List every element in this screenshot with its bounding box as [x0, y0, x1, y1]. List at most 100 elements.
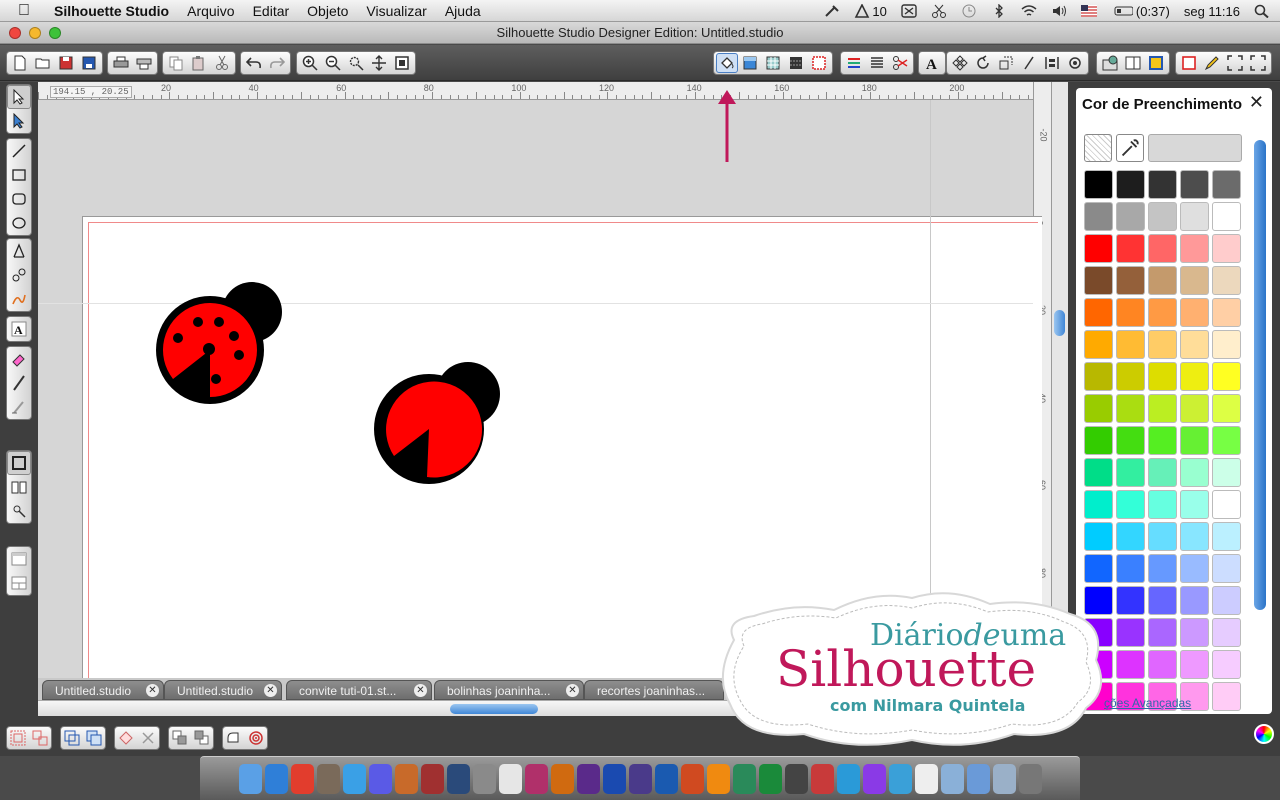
tab-close-icon[interactable]: ✕	[264, 684, 277, 697]
color-swatch[interactable]	[1180, 266, 1209, 295]
eraser-tool-button[interactable]	[7, 347, 31, 371]
document-tab[interactable]: recortes joaninhas...	[584, 680, 724, 700]
color-swatch[interactable]	[1148, 266, 1177, 295]
color-swatch[interactable]	[1148, 490, 1177, 519]
design-store-button[interactable]	[1145, 53, 1167, 73]
color-swatch[interactable]	[1116, 330, 1145, 359]
vlc-dock-icon[interactable]	[706, 763, 730, 794]
close-panel-icon[interactable]: ✕	[1249, 92, 1264, 113]
rounded-rect-tool-button[interactable]	[7, 187, 31, 211]
color-swatch[interactable]	[1084, 458, 1113, 487]
save-button[interactable]	[55, 53, 77, 73]
undo-button[interactable]	[243, 53, 265, 73]
apple-menu-icon[interactable]: 	[18, 2, 40, 20]
after-effects-dock-icon[interactable]	[628, 763, 652, 794]
make-compound-button[interactable]	[61, 728, 83, 748]
line-color-button[interactable]	[808, 53, 830, 73]
send-to-back-button[interactable]	[191, 728, 213, 748]
fullscreen-button[interactable]	[1224, 53, 1246, 73]
store-button[interactable]	[1122, 53, 1144, 73]
trash-dock-icon[interactable]	[1018, 763, 1042, 794]
color-swatch[interactable]	[1084, 330, 1113, 359]
color-swatch[interactable]	[1116, 490, 1145, 519]
color-swatch[interactable]	[1148, 522, 1177, 551]
color-swatch[interactable]	[1084, 234, 1113, 263]
copy-button[interactable]	[165, 53, 187, 73]
app-menu[interactable]: Silhouette Studio	[54, 3, 169, 19]
color-swatch[interactable]	[1212, 554, 1241, 583]
color-swatch[interactable]	[1116, 618, 1145, 647]
release-compound-button[interactable]	[83, 728, 105, 748]
ellipse-tool-button[interactable]	[7, 211, 31, 235]
fit-to-page-button[interactable]	[391, 53, 413, 73]
color-swatch[interactable]	[1148, 170, 1177, 199]
color-swatch[interactable]	[1148, 554, 1177, 583]
color-swatch[interactable]	[1116, 362, 1145, 391]
color-swatch[interactable]	[1180, 330, 1209, 359]
battery-status[interactable]: (0:37)	[1111, 4, 1170, 19]
trace-panel-button[interactable]	[7, 499, 31, 523]
zoom-out-button[interactable]	[322, 53, 344, 73]
color-swatch[interactable]	[1148, 586, 1177, 615]
edit-points-button[interactable]	[7, 109, 31, 133]
color-swatch[interactable]	[1084, 554, 1113, 583]
offset-button[interactable]	[223, 728, 245, 748]
color-swatch[interactable]	[1212, 586, 1241, 615]
panels-button[interactable]	[1247, 53, 1269, 73]
spotlight-search-icon[interactable]	[1254, 4, 1270, 18]
skype-dock-icon[interactable]	[836, 763, 860, 794]
clock[interactable]: seg 11:16	[1184, 4, 1240, 19]
color-swatch[interactable]	[1148, 202, 1177, 231]
camtasia-dock-icon[interactable]	[732, 763, 756, 794]
chrome-dock-icon[interactable]	[290, 763, 314, 794]
document-tab[interactable]: Untitled.studio ✕	[42, 680, 164, 700]
photos-dock-icon[interactable]	[316, 763, 340, 794]
documents-dock-icon[interactable]	[992, 763, 1016, 794]
applications-dock-icon[interactable]	[966, 763, 990, 794]
freehand-tool-button[interactable]	[7, 287, 31, 311]
delete-button[interactable]	[137, 728, 159, 748]
color-swatch[interactable]	[1180, 490, 1209, 519]
rectangle-tool-button[interactable]	[7, 163, 31, 187]
unicode-dock-icon[interactable]	[862, 763, 886, 794]
photoshop-dock-icon[interactable]	[602, 763, 626, 794]
color-swatch[interactable]	[1212, 298, 1241, 327]
split-view-button[interactable]	[7, 571, 31, 595]
vertical-scroll-thumb[interactable]	[1054, 310, 1065, 336]
color-swatch[interactable]	[1116, 426, 1145, 455]
excel-dock-icon[interactable]	[758, 763, 782, 794]
ungroup-button[interactable]	[29, 728, 51, 748]
color-swatch[interactable]	[1148, 426, 1177, 455]
send-to-silhouette-button[interactable]	[133, 53, 155, 73]
rotate-button[interactable]	[972, 53, 994, 73]
eyedropper-button[interactable]	[1116, 134, 1144, 162]
color-swatch[interactable]	[1084, 266, 1113, 295]
finder-dock-icon[interactable]	[238, 763, 262, 794]
color-swatch[interactable]	[1212, 650, 1241, 679]
color-swatch[interactable]	[1180, 170, 1209, 199]
word-dock-icon[interactable]	[654, 763, 678, 794]
paste-button[interactable]	[188, 53, 210, 73]
horizontal-scroll-thumb[interactable]	[450, 704, 538, 714]
color-swatch[interactable]	[1212, 394, 1241, 423]
color-swatch[interactable]	[1180, 522, 1209, 551]
open-button[interactable]	[32, 53, 54, 73]
color-swatch[interactable]	[1116, 202, 1145, 231]
document-tab[interactable]: convite tuti-01.st... ✕	[286, 680, 432, 700]
color-swatch[interactable]	[1116, 522, 1145, 551]
color-swatch[interactable]	[1116, 266, 1145, 295]
transform-button[interactable]	[949, 53, 971, 73]
silhouette-dock-icon[interactable]	[888, 763, 912, 794]
pan-button[interactable]	[368, 53, 390, 73]
panel-scrollbar[interactable]	[1254, 140, 1266, 610]
color-swatch[interactable]	[1148, 330, 1177, 359]
dvd-dock-icon[interactable]	[784, 763, 808, 794]
color-swatch[interactable]	[1212, 490, 1241, 519]
ical-dock-icon[interactable]	[498, 763, 522, 794]
color-swatch[interactable]	[1212, 330, 1241, 359]
fill-color-button[interactable]	[716, 53, 738, 73]
photo-booth-dock-icon[interactable]	[420, 763, 444, 794]
zoom-window-button[interactable]	[49, 27, 61, 39]
color-swatch[interactable]	[1084, 170, 1113, 199]
color-swatch[interactable]	[1116, 298, 1145, 327]
